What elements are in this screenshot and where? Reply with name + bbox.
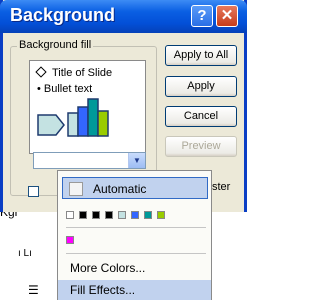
color-swatch[interactable]: [157, 211, 165, 219]
automatic-option[interactable]: Automatic: [62, 177, 208, 199]
title-bar[interactable]: Background ? ✕: [0, 0, 247, 33]
bar-teal-light: [67, 112, 79, 137]
fill-color-dropdown[interactable]: ▼: [33, 152, 146, 169]
apply-to-all-button[interactable]: Apply to All: [165, 45, 237, 66]
doc-text-fragment: ☰: [28, 283, 39, 297]
color-popup: Automatic More Colors... Fill Effects...: [57, 170, 212, 300]
help-button[interactable]: ?: [191, 5, 213, 27]
omit-graphics-checkbox[interactable]: [28, 186, 39, 197]
separator: [66, 227, 206, 228]
bar-green: [97, 110, 109, 137]
arrow-shape: [37, 114, 65, 136]
fill-effects-item[interactable]: Fill Effects...: [70, 283, 135, 297]
checkbox-label-fragment: ster: [212, 181, 231, 193]
preview-graphic: [37, 98, 109, 137]
automatic-label: Automatic: [93, 182, 147, 196]
color-swatch[interactable]: [66, 236, 74, 244]
bar-blue: [77, 106, 89, 137]
color-swatch[interactable]: [92, 211, 100, 219]
more-colors-item[interactable]: More Colors...: [70, 261, 145, 275]
color-swatch[interactable]: [66, 211, 74, 219]
color-swatch[interactable]: [105, 211, 113, 219]
cancel-button[interactable]: Cancel: [165, 106, 237, 127]
preview-button[interactable]: Preview: [165, 136, 237, 157]
separator: [66, 253, 206, 254]
apply-button[interactable]: Apply: [165, 76, 237, 97]
window-title: Background: [10, 5, 116, 25]
bar-teal: [87, 98, 99, 137]
color-swatch[interactable]: [144, 211, 152, 219]
group-label: Background fill: [17, 39, 94, 51]
chevron-down-icon[interactable]: ▼: [128, 153, 145, 168]
color-swatch[interactable]: [79, 211, 87, 219]
color-swatch[interactable]: [131, 211, 139, 219]
doc-text-fragment: ı Lı: [18, 248, 32, 259]
close-button[interactable]: ✕: [216, 5, 238, 27]
slide-preview: Title of Slide • Bullet text: [29, 60, 146, 154]
automatic-swatch: [69, 182, 83, 196]
color-swatch[interactable]: [118, 211, 126, 219]
